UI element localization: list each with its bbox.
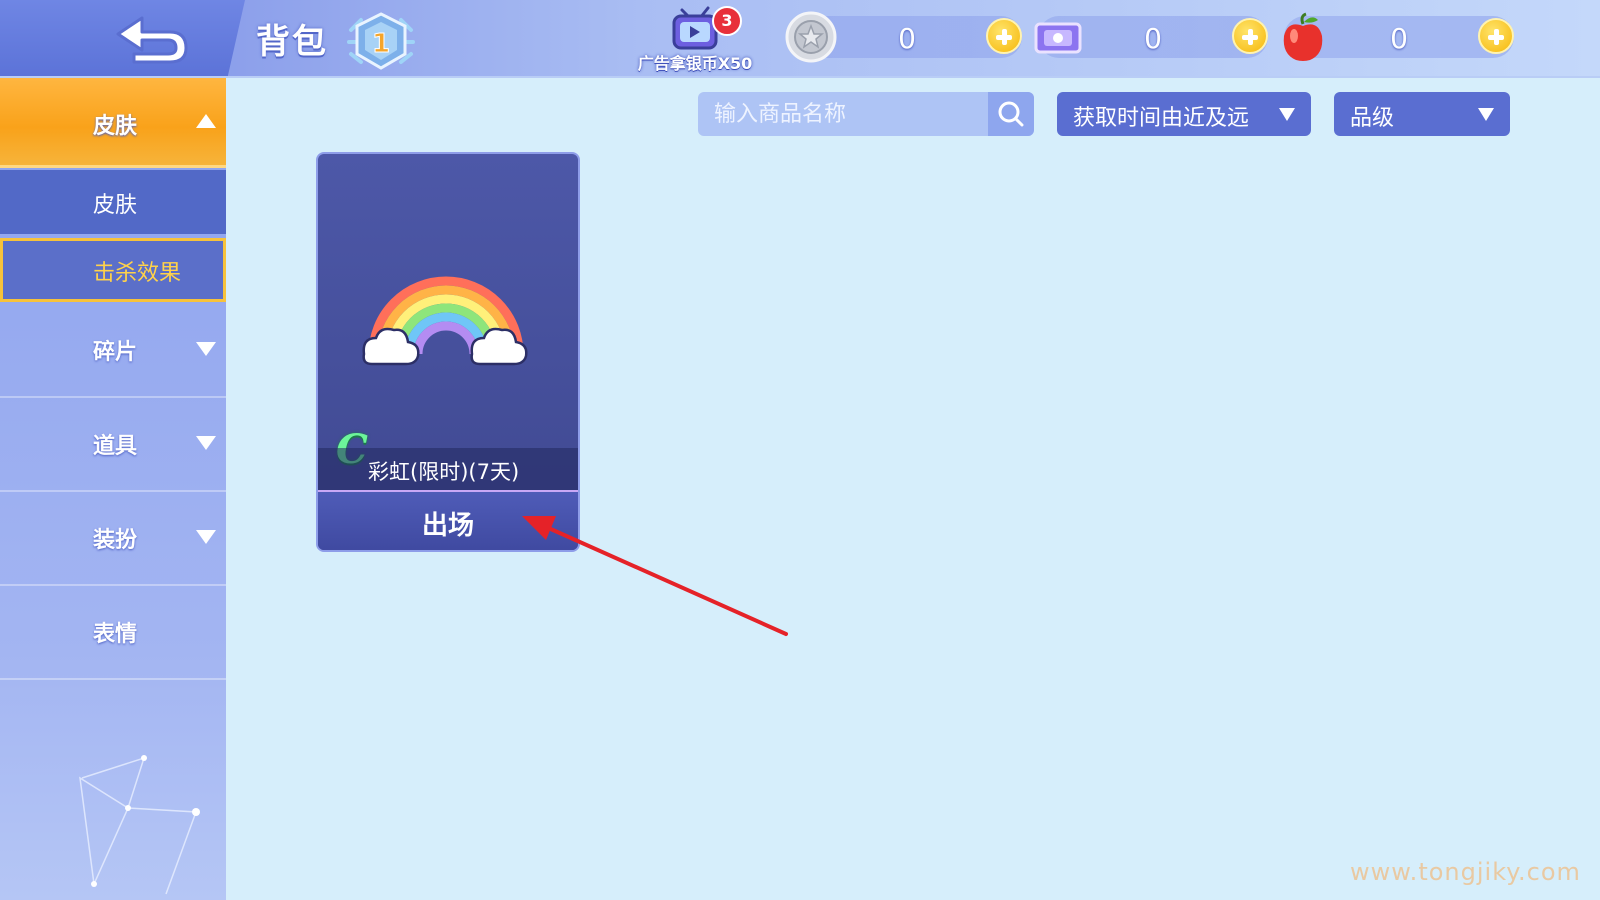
annotation-arrow-icon (522, 516, 788, 636)
watermark: www.tongjiky.com (1350, 858, 1581, 886)
